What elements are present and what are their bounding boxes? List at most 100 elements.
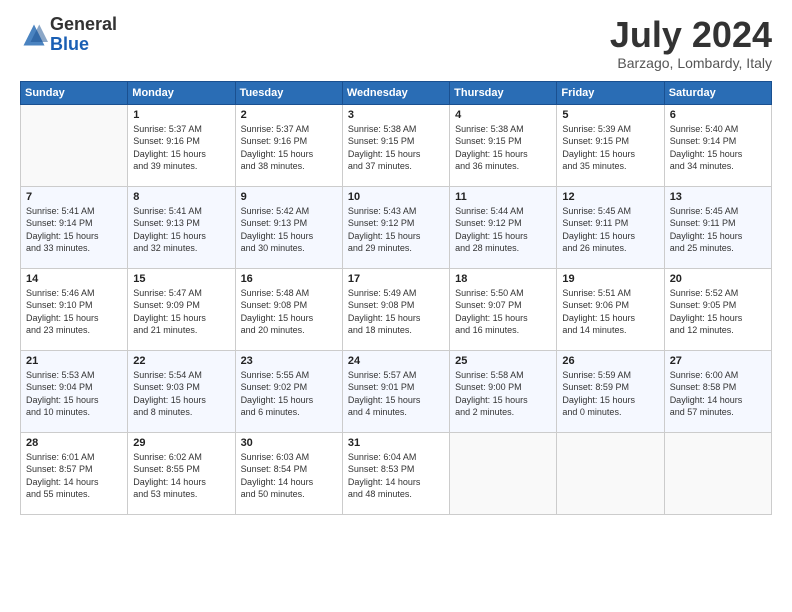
calendar-cell <box>450 432 557 514</box>
col-header-tuesday: Tuesday <box>235 81 342 104</box>
calendar-cell: 7Sunrise: 5:41 AMSunset: 9:14 PMDaylight… <box>21 186 128 268</box>
cell-content: Sunrise: 5:54 AMSunset: 9:03 PMDaylight:… <box>133 369 229 419</box>
cell-content: Sunrise: 5:44 AMSunset: 9:12 PMDaylight:… <box>455 205 551 255</box>
month-title: July 2024 <box>610 15 772 55</box>
cell-content: Sunrise: 5:53 AMSunset: 9:04 PMDaylight:… <box>26 369 122 419</box>
calendar-cell <box>21 104 128 186</box>
cell-content: Sunrise: 5:43 AMSunset: 9:12 PMDaylight:… <box>348 205 444 255</box>
title-block: July 2024 Barzago, Lombardy, Italy <box>610 15 772 71</box>
day-number: 2 <box>241 109 337 121</box>
cell-content: Sunrise: 6:02 AMSunset: 8:55 PMDaylight:… <box>133 451 229 501</box>
day-number: 5 <box>562 109 658 121</box>
cell-content: Sunrise: 5:45 AMSunset: 9:11 PMDaylight:… <box>670 205 766 255</box>
day-number: 17 <box>348 273 444 285</box>
logo-general: General <box>50 14 117 34</box>
day-number: 30 <box>241 437 337 449</box>
logo-blue: Blue <box>50 34 89 54</box>
cell-content: Sunrise: 5:38 AMSunset: 9:15 PMDaylight:… <box>455 123 551 173</box>
calendar-cell: 10 Sunrise: 5:43 AMSunset: 9:12 PMDayligh… <box>342 186 449 268</box>
day-number: 6 <box>670 109 766 121</box>
calendar-cell: 2 Sunrise: 5:37 AMSunset: 9:16 PMDaylight… <box>235 104 342 186</box>
calendar-cell: 9 Sunrise: 5:42 AMSunset: 9:13 PMDaylight… <box>235 186 342 268</box>
cell-content: Sunrise: 5:52 AMSunset: 9:05 PMDaylight:… <box>670 287 766 337</box>
cell-content: Sunrise: 5:57 AMSunset: 9:01 PMDaylight:… <box>348 369 444 419</box>
day-number: 28 <box>26 437 122 449</box>
cell-content: Sunrise: 5:40 AMSunset: 9:14 PMDaylight:… <box>670 123 766 173</box>
cell-content: Sunrise: 6:01 AMSunset: 8:57 PMDaylight:… <box>26 451 122 501</box>
logo-icon <box>20 21 48 49</box>
day-number: 18 <box>455 273 551 285</box>
calendar-cell: 16Sunrise: 5:48 AMSunset: 9:08 PMDayligh… <box>235 268 342 350</box>
calendar-cell: 5 Sunrise: 5:39 AMSunset: 9:15 PMDaylight… <box>557 104 664 186</box>
week-row-5: 28 Sunrise: 6:01 AMSunset: 8:57 PMDayligh… <box>21 432 772 514</box>
cell-content: Sunrise: 5:55 AMSunset: 9:02 PMDaylight:… <box>241 369 337 419</box>
day-number: 20 <box>670 273 766 285</box>
cell-content: Sunrise: 5:49 AMSunset: 9:08 PMDaylight:… <box>348 287 444 337</box>
calendar-cell <box>664 432 771 514</box>
calendar-page: General Blue July 2024 Barzago, Lombardy… <box>0 0 792 525</box>
day-number: 9 <box>241 191 337 203</box>
logo-text: General Blue <box>50 15 117 55</box>
calendar-cell: 20 Sunrise: 5:52 AMSunset: 9:05 PMDayligh… <box>664 268 771 350</box>
cell-content: Sunrise: 5:38 AMSunset: 9:15 PMDaylight:… <box>348 123 444 173</box>
day-number: 21 <box>26 355 122 367</box>
day-number: 31 <box>348 437 444 449</box>
calendar-cell: 8Sunrise: 5:41 AMSunset: 9:13 PMDaylight… <box>128 186 235 268</box>
calendar-cell: 25Sunrise: 5:58 AMSunset: 9:00 PMDayligh… <box>450 350 557 432</box>
cell-content: Sunrise: 5:47 AMSunset: 9:09 PMDaylight:… <box>133 287 229 337</box>
cell-content: Sunrise: 5:37 AMSunset: 9:16 PMDaylight:… <box>133 123 229 173</box>
cell-content: Sunrise: 5:59 AMSunset: 8:59 PMDaylight:… <box>562 369 658 419</box>
cell-content: Sunrise: 5:51 AMSunset: 9:06 PMDaylight:… <box>562 287 658 337</box>
calendar-cell: 24Sunrise: 5:57 AMSunset: 9:01 PMDayligh… <box>342 350 449 432</box>
calendar-cell: 1Sunrise: 5:37 AMSunset: 9:16 PMDaylight… <box>128 104 235 186</box>
location: Barzago, Lombardy, Italy <box>610 55 772 71</box>
calendar-cell: 22Sunrise: 5:54 AMSunset: 9:03 PMDayligh… <box>128 350 235 432</box>
cell-content: Sunrise: 5:41 AMSunset: 9:14 PMDaylight:… <box>26 205 122 255</box>
cell-content: Sunrise: 5:48 AMSunset: 9:08 PMDaylight:… <box>241 287 337 337</box>
cell-content: Sunrise: 5:58 AMSunset: 9:00 PMDaylight:… <box>455 369 551 419</box>
calendar-cell: 11Sunrise: 5:44 AMSunset: 9:12 PMDayligh… <box>450 186 557 268</box>
calendar-cell: 18 Sunrise: 5:50 AMSunset: 9:07 PMDayligh… <box>450 268 557 350</box>
col-header-wednesday: Wednesday <box>342 81 449 104</box>
day-number: 10 <box>348 191 444 203</box>
day-number: 3 <box>348 109 444 121</box>
header: General Blue July 2024 Barzago, Lombardy… <box>20 15 772 71</box>
week-row-1: 1Sunrise: 5:37 AMSunset: 9:16 PMDaylight… <box>21 104 772 186</box>
calendar-cell: 15 Sunrise: 5:47 AMSunset: 9:09 PMDayligh… <box>128 268 235 350</box>
logo: General Blue <box>20 15 117 55</box>
cell-content: Sunrise: 6:04 AMSunset: 8:53 PMDaylight:… <box>348 451 444 501</box>
day-number: 8 <box>133 191 229 203</box>
day-number: 12 <box>562 191 658 203</box>
cell-content: Sunrise: 5:37 AMSunset: 9:16 PMDaylight:… <box>241 123 337 173</box>
cell-content: Sunrise: 6:00 AMSunset: 8:58 PMDaylight:… <box>670 369 766 419</box>
calendar-cell: 26Sunrise: 5:59 AMSunset: 8:59 PMDayligh… <box>557 350 664 432</box>
calendar-cell: 4Sunrise: 5:38 AMSunset: 9:15 PMDaylight… <box>450 104 557 186</box>
calendar-cell: 27 Sunrise: 6:00 AMSunset: 8:58 PMDayligh… <box>664 350 771 432</box>
calendar-cell: 31 Sunrise: 6:04 AMSunset: 8:53 PMDayligh… <box>342 432 449 514</box>
calendar-cell <box>557 432 664 514</box>
header-row: SundayMondayTuesdayWednesdayThursdayFrid… <box>21 81 772 104</box>
calendar-cell: 3 Sunrise: 5:38 AMSunset: 9:15 PMDaylight… <box>342 104 449 186</box>
calendar-cell: 29 Sunrise: 6:02 AMSunset: 8:55 PMDayligh… <box>128 432 235 514</box>
calendar-cell: 14Sunrise: 5:46 AMSunset: 9:10 PMDayligh… <box>21 268 128 350</box>
cell-content: Sunrise: 5:50 AMSunset: 9:07 PMDaylight:… <box>455 287 551 337</box>
cell-content: Sunrise: 6:03 AMSunset: 8:54 PMDaylight:… <box>241 451 337 501</box>
week-row-2: 7Sunrise: 5:41 AMSunset: 9:14 PMDaylight… <box>21 186 772 268</box>
calendar-cell: 12 Sunrise: 5:45 AMSunset: 9:11 PMDayligh… <box>557 186 664 268</box>
cell-content: Sunrise: 5:42 AMSunset: 9:13 PMDaylight:… <box>241 205 337 255</box>
calendar-cell: 28 Sunrise: 6:01 AMSunset: 8:57 PMDayligh… <box>21 432 128 514</box>
day-number: 29 <box>133 437 229 449</box>
calendar-cell: 19 Sunrise: 5:51 AMSunset: 9:06 PMDayligh… <box>557 268 664 350</box>
calendar-cell: 17 Sunrise: 5:49 AMSunset: 9:08 PMDayligh… <box>342 268 449 350</box>
week-row-4: 21 Sunrise: 5:53 AMSunset: 9:04 PMDayligh… <box>21 350 772 432</box>
calendar-cell: 23 Sunrise: 5:55 AMSunset: 9:02 PMDayligh… <box>235 350 342 432</box>
day-number: 15 <box>133 273 229 285</box>
cell-content: Sunrise: 5:45 AMSunset: 9:11 PMDaylight:… <box>562 205 658 255</box>
day-number: 14 <box>26 273 122 285</box>
day-number: 23 <box>241 355 337 367</box>
day-number: 19 <box>562 273 658 285</box>
col-header-thursday: Thursday <box>450 81 557 104</box>
cell-content: Sunrise: 5:39 AMSunset: 9:15 PMDaylight:… <box>562 123 658 173</box>
day-number: 13 <box>670 191 766 203</box>
day-number: 27 <box>670 355 766 367</box>
